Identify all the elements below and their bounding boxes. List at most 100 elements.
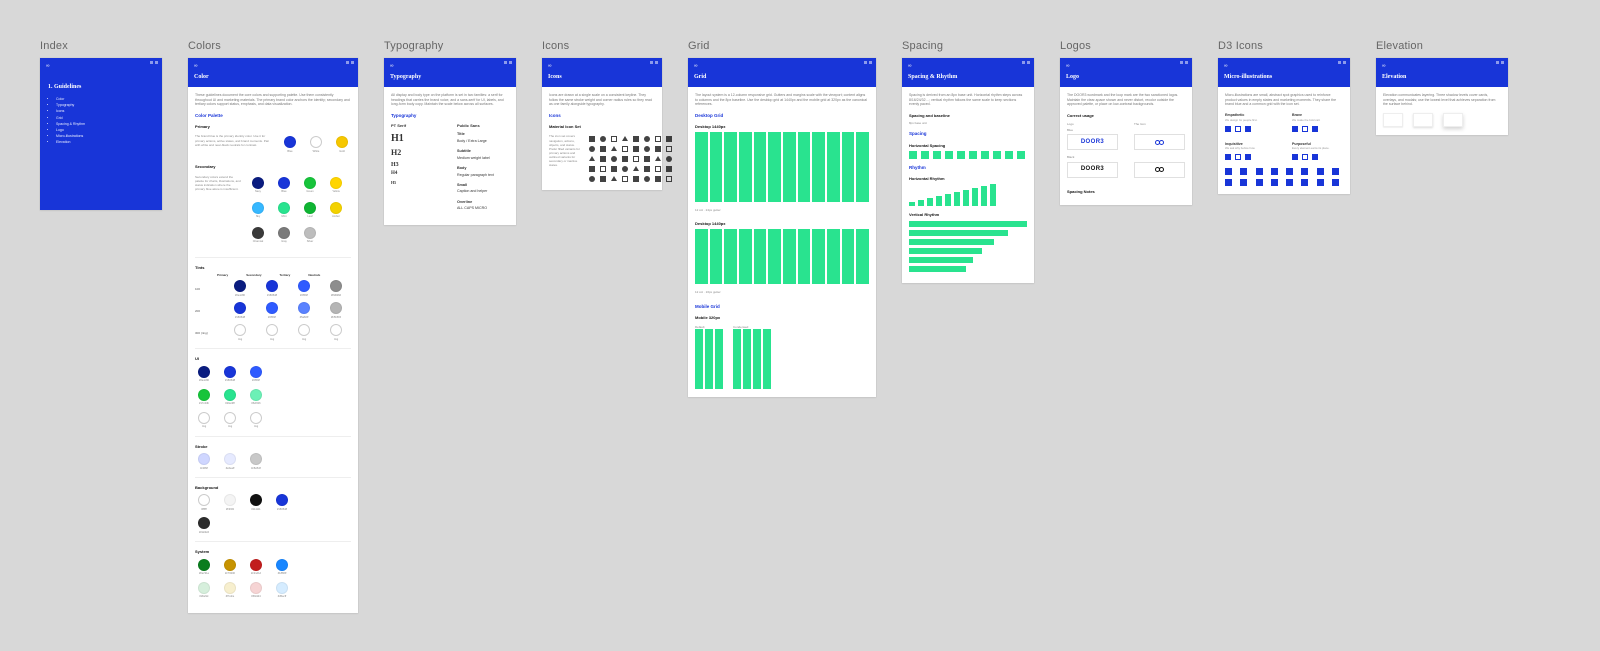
- color-swatch[interactable]: #2f5bff: [295, 280, 313, 297]
- color-swatch[interactable]: #d5ecff: [273, 582, 291, 599]
- artboard-grid[interactable]: ∞ Grid The layout system is a 12-column …: [688, 58, 876, 397]
- swatch-label: #17c43b: [199, 402, 209, 406]
- color-swatch[interactable]: #0a1c80: [195, 366, 213, 383]
- swatch-label: ring: [334, 338, 338, 342]
- swatch-label: ring: [302, 338, 306, 342]
- rhythm-bar: [963, 190, 969, 206]
- grid-column: [754, 132, 767, 202]
- color-swatch[interactable]: #17c43b: [195, 389, 213, 406]
- color-swatch[interactable]: Gold: [333, 136, 351, 153]
- index-nav-item[interactable]: Grid: [56, 116, 154, 121]
- color-swatch[interactable]: #2f5bff: [247, 366, 265, 383]
- system-swatch-row: #d6efdc #f7efce #f6d4d4 #d5ecff: [195, 582, 351, 599]
- swatch-label: #1835d8: [225, 379, 235, 383]
- color-swatch[interactable]: #1835d8: [221, 366, 239, 383]
- color-swatch[interactable]: #cfd6ff: [195, 453, 213, 470]
- color-swatch[interactable]: Blue: [281, 136, 299, 153]
- index-nav-item[interactable]: Micro-illustrations: [56, 134, 154, 139]
- artboard-typography[interactable]: ∞ Typography All display and body type o…: [384, 58, 516, 225]
- rhythm-bar: [909, 239, 994, 245]
- artboard-spacing[interactable]: ∞ Spacing & Rhythm Spacing is derived fr…: [902, 58, 1034, 283]
- color-swatch[interactable]: Mint: [275, 202, 293, 219]
- color-swatch[interactable]: #1835d8: [273, 494, 291, 511]
- color-swatch[interactable]: #8d8d8d: [327, 280, 345, 297]
- artboard-elevation[interactable]: ∞ Elevation Elevation communicates layer…: [1376, 58, 1508, 135]
- color-swatch[interactable]: #c21d1d: [247, 559, 265, 576]
- intro-text: These guidelines document the core color…: [195, 93, 351, 107]
- color-swatch[interactable]: #5a82ff: [295, 302, 313, 319]
- color-swatch[interactable]: #f7efce: [221, 582, 239, 599]
- color-swatch[interactable]: #c79300: [221, 559, 239, 576]
- artboard-colors[interactable]: ∞ Color These guidelines document the co…: [188, 58, 358, 613]
- index-nav-item[interactable]: Typography: [56, 103, 154, 108]
- micro-icon: [1317, 179, 1324, 186]
- color-swatch[interactable]: #2f5bff: [263, 302, 281, 319]
- swatch-dot: [252, 227, 264, 239]
- color-swatch[interactable]: Blue: [275, 177, 293, 194]
- color-swatch[interactable]: #ffffff: [195, 494, 213, 511]
- color-swatch[interactable]: #1835d8: [263, 280, 281, 297]
- color-swatch[interactable]: White: [307, 136, 325, 153]
- background-heading: Background: [195, 485, 351, 490]
- color-swatch[interactable]: Sky: [249, 202, 267, 219]
- color-swatch[interactable]: #c8c8c8: [247, 453, 265, 470]
- swatch-dot: [250, 389, 262, 401]
- color-swatch[interactable]: #0a7d1e: [195, 559, 213, 576]
- color-swatch[interactable]: #29e38f: [221, 389, 239, 406]
- index-nav-item[interactable]: Icons: [56, 109, 154, 114]
- ui-swatch-rows: #0a1c80 #1835d8 #2f5bff #17c43b #29e38f #6cf0…: [195, 366, 351, 429]
- color-swatch[interactable]: Silver: [301, 227, 319, 244]
- index-nav-item[interactable]: Color: [56, 97, 154, 102]
- color-swatch[interactable]: ring: [231, 324, 249, 341]
- tints-heading: Tints: [195, 265, 351, 270]
- color-swatch[interactable]: Charcoal: [249, 227, 267, 244]
- color-swatch[interactable]: #e6eaff: [221, 453, 239, 470]
- artboard-d3-icons[interactable]: ∞ Micro-illustrations Micro-illustration…: [1218, 58, 1350, 194]
- color-swatch[interactable]: #f6d4d4: [247, 582, 265, 599]
- color-swatch[interactable]: #1835d8: [231, 302, 249, 319]
- color-swatch[interactable]: Gray: [275, 227, 293, 244]
- color-swatch[interactable]: ring: [263, 324, 281, 341]
- artboard-index[interactable]: ∞ 1. Guidelines Color Typography Icons G…: [40, 58, 162, 210]
- icon-specimen: [622, 176, 628, 182]
- color-swatch[interactable]: ring: [221, 412, 239, 429]
- mobile-grid-preview: Default Condensed: [695, 323, 869, 389]
- color-swatch[interactable]: Leaf: [301, 202, 319, 219]
- icon-specimen: [600, 176, 606, 182]
- color-swatch[interactable]: #6cf0b6: [247, 389, 265, 406]
- icon-specimen: [589, 166, 595, 172]
- grid-column: [724, 229, 737, 284]
- color-swatch[interactable]: ring: [195, 412, 213, 429]
- artboard-icons[interactable]: ∞ Icons Icons are drawn at a single scal…: [542, 58, 662, 190]
- swatch-dot: [198, 412, 210, 424]
- column-label: Colors: [188, 40, 358, 52]
- color-swatch[interactable]: Navy: [249, 177, 267, 194]
- color-swatch[interactable]: #2d2d2d: [195, 517, 213, 534]
- color-swatch[interactable]: Green: [301, 177, 319, 194]
- intro-text: The DOOR3 wordmark and the loop mark are…: [1067, 93, 1185, 107]
- index-nav-item[interactable]: Spacing & Rhythm: [56, 122, 154, 127]
- color-swatch[interactable]: Amber: [327, 202, 345, 219]
- shadow-level-2: [1413, 113, 1433, 127]
- value-glyph: [1225, 126, 1276, 132]
- rhythm-bar: [918, 200, 924, 206]
- color-swatch[interactable]: #b5b5b5: [327, 302, 345, 319]
- color-swatch[interactable]: #111111: [247, 494, 265, 511]
- color-swatch[interactable]: #0a1c80: [231, 280, 249, 297]
- artboard-logos[interactable]: ∞ Logo The DOOR3 wordmark and the loop m…: [1060, 58, 1192, 205]
- section-heading: Typography: [391, 113, 509, 119]
- index-nav-item[interactable]: Elevation: [56, 140, 154, 145]
- design-system-canvas[interactable]: Index ∞ 1. Guidelines Color Typography I…: [0, 0, 1600, 651]
- color-swatch[interactable]: #1886ff: [273, 559, 291, 576]
- color-swatch[interactable]: ring: [327, 324, 345, 341]
- color-swatch[interactable]: #f4f4f4: [221, 494, 239, 511]
- swatch-label: Silver: [307, 240, 314, 244]
- icon-specimen: [644, 156, 650, 162]
- index-nav-item[interactable]: Logo: [56, 128, 154, 133]
- swatch-dot: [250, 366, 262, 378]
- color-swatch[interactable]: ring: [295, 324, 313, 341]
- color-swatch[interactable]: Yellow: [327, 177, 345, 194]
- color-swatch[interactable]: #d6efdc: [195, 582, 213, 599]
- icon-specimen: [611, 166, 617, 172]
- color-swatch[interactable]: ring: [247, 412, 265, 429]
